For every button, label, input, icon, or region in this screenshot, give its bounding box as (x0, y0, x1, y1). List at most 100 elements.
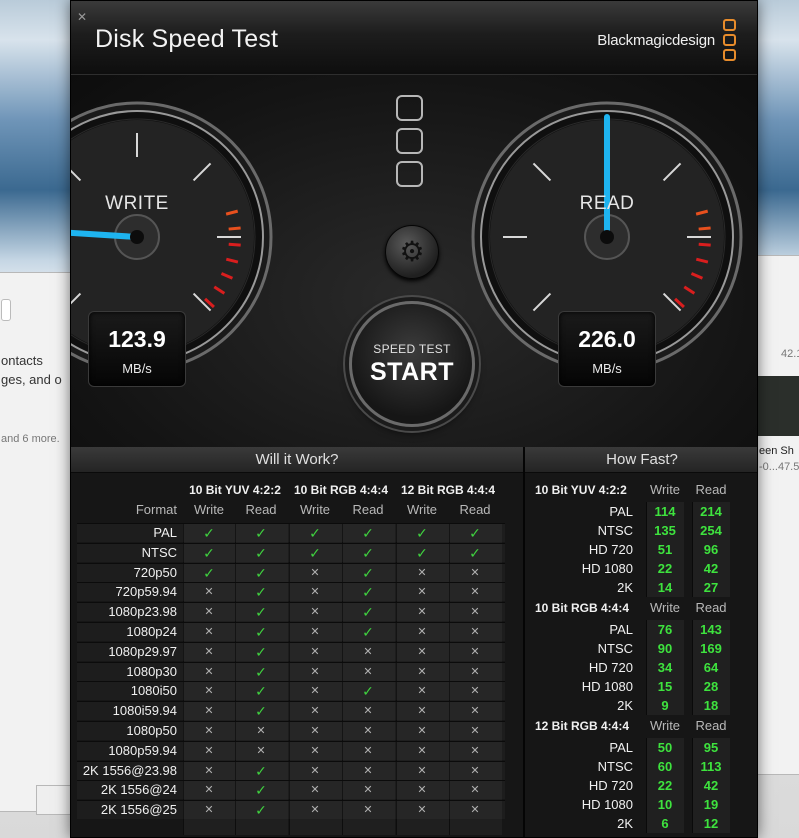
format-row-label: 1080i59.94 (112, 703, 177, 719)
read-column-label: Read (459, 502, 491, 517)
format-row-label: 1080p30 (126, 663, 177, 679)
blackmagic-logo-icon (723, 19, 737, 63)
check-icon: ✓ (362, 683, 374, 700)
speed-section-title: 10 Bit YUV 4:2:2 (535, 483, 627, 497)
format-row-label: 1080i50 (130, 683, 177, 699)
cross-icon: ✕ (204, 626, 214, 638)
write-column-label: Write (193, 502, 225, 517)
cross-icon: ✕ (470, 626, 480, 638)
cross-icon: ✕ (310, 784, 320, 797)
gauge-hub (130, 230, 144, 244)
background-search-field (1, 299, 11, 321)
read-speed-fps: 214 (700, 504, 722, 519)
cross-icon: ✕ (363, 725, 373, 737)
read-speed-fps: 254 (700, 523, 722, 538)
cross-icon: ✕ (470, 586, 480, 599)
write-speed-fps: 10 (657, 797, 673, 812)
check-icon: ✓ (362, 624, 374, 640)
how-fast-table: 10 Bit YUV 4:2:2 Write Read PAL 114 214 NTSC 13… (525, 473, 757, 837)
check-icon: ✓ (469, 544, 481, 561)
check-icon: ✓ (255, 782, 267, 799)
cross-icon: ✕ (417, 705, 427, 718)
format-row-label: 1080p23.98 (108, 604, 177, 620)
check-icon: ✓ (255, 624, 267, 640)
check-icon: ✓ (203, 564, 215, 581)
speed-section-title: 12 Bit RGB 4:4:4 (535, 719, 630, 733)
format-row-label: 1080p24 (126, 624, 177, 639)
settings-button[interactable]: ⚙ (385, 225, 439, 279)
format-row-label: 2K 1556@24 (100, 782, 177, 798)
read-speed-fps: 169 (700, 641, 722, 656)
format-column-label: Format (135, 502, 177, 517)
check-icon: ✓ (255, 802, 267, 819)
cross-icon: ✕ (204, 586, 214, 599)
write-speed-fps: 6 (661, 816, 669, 831)
check-icon: ✓ (255, 584, 267, 601)
check-icon: ✓ (416, 544, 428, 561)
cross-icon: ✕ (204, 645, 214, 658)
cross-icon: ✕ (256, 725, 266, 737)
gauge-redzone-tick (698, 242, 711, 247)
speed-row-label: 2K (617, 698, 633, 713)
background-text: and 6 more. (1, 433, 60, 445)
check-icon: ✓ (362, 564, 374, 581)
gear-icon: ⚙ (399, 236, 425, 267)
background-text: -0...47.5 (759, 461, 799, 473)
write-column-label: Write (649, 482, 681, 497)
cross-icon: ✕ (204, 725, 214, 737)
cross-icon: ✕ (470, 606, 480, 619)
will-it-work-table: 10 Bit YUV 4:2:2 10 Bit RGB 4:4:4 12 Bit R… (71, 473, 523, 837)
cross-icon: ✕ (417, 804, 427, 817)
write-speed-fps: 90 (657, 641, 673, 656)
check-icon: ✓ (362, 584, 374, 601)
speed-row-label: HD 720 (588, 778, 633, 793)
check-icon: ✓ (255, 663, 267, 680)
cross-icon: ✕ (417, 586, 427, 599)
cross-icon: ✕ (310, 705, 320, 718)
cross-icon: ✕ (256, 744, 266, 757)
check-icon: ✓ (255, 604, 267, 621)
format-group-label: 10 Bit RGB 4:4:4 (293, 483, 389, 497)
read-readout: 226.0 MB/s (558, 311, 656, 387)
cross-icon: ✕ (417, 744, 427, 757)
cross-icon: ✕ (470, 685, 480, 698)
format-row-label: 1080p50 (126, 723, 177, 738)
read-column-label: Read (695, 718, 727, 733)
cross-icon: ✕ (470, 566, 480, 579)
write-readout: 123.9 MB/s (88, 311, 186, 387)
check-icon: ✓ (362, 544, 374, 561)
background-thumbnail (753, 376, 799, 436)
write-gauge: WRITE 123.9 MB/s (71, 101, 273, 387)
background-text: 42.1 (781, 348, 799, 360)
cross-icon: ✕ (310, 804, 320, 817)
cross-icon: ✕ (310, 725, 320, 737)
read-column-label: Read (695, 600, 727, 615)
cross-icon: ✕ (310, 665, 320, 678)
how-fast-header: How Fast? (525, 447, 757, 473)
cross-icon: ✕ (417, 626, 427, 638)
speed-row-label: NTSC (597, 523, 633, 538)
speed-row-label: PAL (609, 740, 633, 755)
write-speed-value: 123.9 (108, 326, 166, 352)
check-icon: ✓ (362, 525, 374, 541)
cross-icon: ✕ (417, 566, 427, 579)
close-icon[interactable]: ✕ (75, 10, 89, 24)
cross-icon: ✕ (363, 804, 373, 817)
start-button[interactable]: SPEED TEST START (349, 301, 475, 427)
cross-icon: ✕ (363, 744, 373, 757)
cross-icon: ✕ (310, 645, 320, 658)
check-icon: ✓ (255, 525, 267, 541)
start-button-caption: SPEED TEST (373, 342, 451, 356)
read-speed-unit: MB/s (592, 361, 622, 376)
write-speed-fps: 50 (657, 740, 673, 755)
check-icon: ✓ (255, 683, 267, 700)
format-row-label: 720p59.94 (115, 584, 177, 600)
read-speed-fps: 12 (703, 816, 719, 831)
format-group-label: 12 Bit RGB 4:4:4 (400, 483, 496, 497)
gauge-area: WRITE 123.9 MB/s ⚙ SPEED TEST START READ… (71, 75, 757, 447)
cross-icon: ✕ (204, 606, 214, 619)
cross-icon: ✕ (470, 804, 480, 817)
read-speed-fps: 113 (700, 759, 722, 774)
speed-row-label: 2K (617, 580, 633, 595)
speed-row-label: HD 1080 (581, 679, 633, 694)
